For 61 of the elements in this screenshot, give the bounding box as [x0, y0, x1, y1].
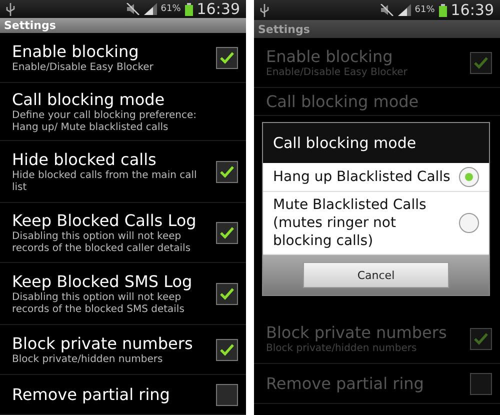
setting-title: Remove partial ring [12, 384, 171, 404]
usb-icon [6, 2, 15, 16]
checkbox[interactable] [216, 338, 238, 360]
settings-row[interactable]: Enable blocking Enable/Disable Easy Blocker [0, 33, 246, 83]
setting-title: Remove partial ring [266, 374, 425, 394]
signal-icon [144, 3, 157, 15]
check-icon [474, 56, 488, 68]
checkbox[interactable] [216, 222, 238, 244]
setting-title: Keep Blocked Calls Log [12, 210, 198, 230]
check-icon [474, 332, 488, 344]
setting-description: Enable/Disable Easy Blocker [12, 62, 154, 74]
setting-description: Hide blocked calls from the main call list [12, 170, 198, 194]
checkbox[interactable] [470, 328, 492, 350]
settings-row[interactable]: Hide blocked calls Hide blocked calls from the main call list [0, 141, 246, 203]
check-icon [220, 52, 234, 64]
settings-row[interactable]: Block private numbers Block private/hidden numbers [0, 325, 246, 375]
check-icon [220, 344, 234, 356]
screen-title: Settings [254, 20, 500, 38]
checkbox[interactable] [216, 384, 238, 406]
setting-description: Define your call blocking preference: Hang up/ Mute blacklisted calls [12, 110, 198, 134]
option-item[interactable]: Hang up Blacklisted Calls [263, 163, 489, 192]
settings-row[interactable]: Call blocking mode Define your call blocking preference: Hang up/ Mute blacklisted calls [0, 83, 246, 141]
dialog-title: Call blocking mode [263, 123, 489, 163]
mute-icon [126, 3, 140, 15]
checkbox[interactable] [216, 46, 238, 68]
battery-icon [438, 4, 447, 16]
clock: 16:39 [450, 1, 494, 19]
checkbox[interactable] [470, 52, 492, 74]
setting-title: Keep Blocked SMS Log [12, 272, 194, 292]
setting-description: Disabling this option will not keep records of the blocked SMS details [12, 292, 186, 316]
setting-title: Enable blocking [266, 46, 394, 66]
setting-title: Block private numbers [12, 334, 194, 354]
battery-percent: 61% [160, 4, 181, 14]
setting-title: Enable blocking [12, 42, 140, 62]
setting-title: Hide blocked calls [12, 150, 158, 170]
signal-icon [398, 4, 411, 16]
radio-button[interactable] [459, 213, 479, 233]
battery-percent: 61% [414, 5, 435, 15]
cancel-button[interactable]: Cancel [303, 262, 449, 288]
clock: 16:39 [196, 0, 240, 18]
settings-row[interactable]: Remove partial ring [0, 375, 246, 415]
check-icon [220, 226, 234, 238]
check-icon [220, 166, 234, 178]
setting-description: Block private/hidden numbers [12, 354, 164, 366]
settings-row[interactable]: Keep Blocked SMS Log Disabling this option will not keep records of the blocked SMS details [0, 263, 246, 325]
setting-title: Block private numbers [266, 322, 448, 342]
checkbox[interactable] [216, 282, 238, 304]
checkbox[interactable] [216, 160, 238, 182]
setting-title: Call blocking mode [12, 90, 166, 110]
setting-description: Enable/Disable Easy Blocker [266, 66, 408, 78]
setting-description: Block private/hidden numbers [266, 342, 418, 354]
settings-row[interactable]: Keep Blocked Calls Log Disabling this option will not keep records of the blocked caller details [0, 203, 246, 263]
mute-icon [380, 4, 394, 16]
setting-description: Disabling this option will not keep records of the blocked caller details [12, 230, 192, 254]
radio-button[interactable] [459, 167, 479, 187]
battery-icon [184, 2, 193, 16]
screen-title: Settings [0, 18, 246, 33]
check-icon [220, 288, 234, 300]
checkbox[interactable] [470, 372, 492, 394]
setting-title: Call blocking mode [266, 92, 420, 112]
usb-icon [260, 4, 269, 16]
